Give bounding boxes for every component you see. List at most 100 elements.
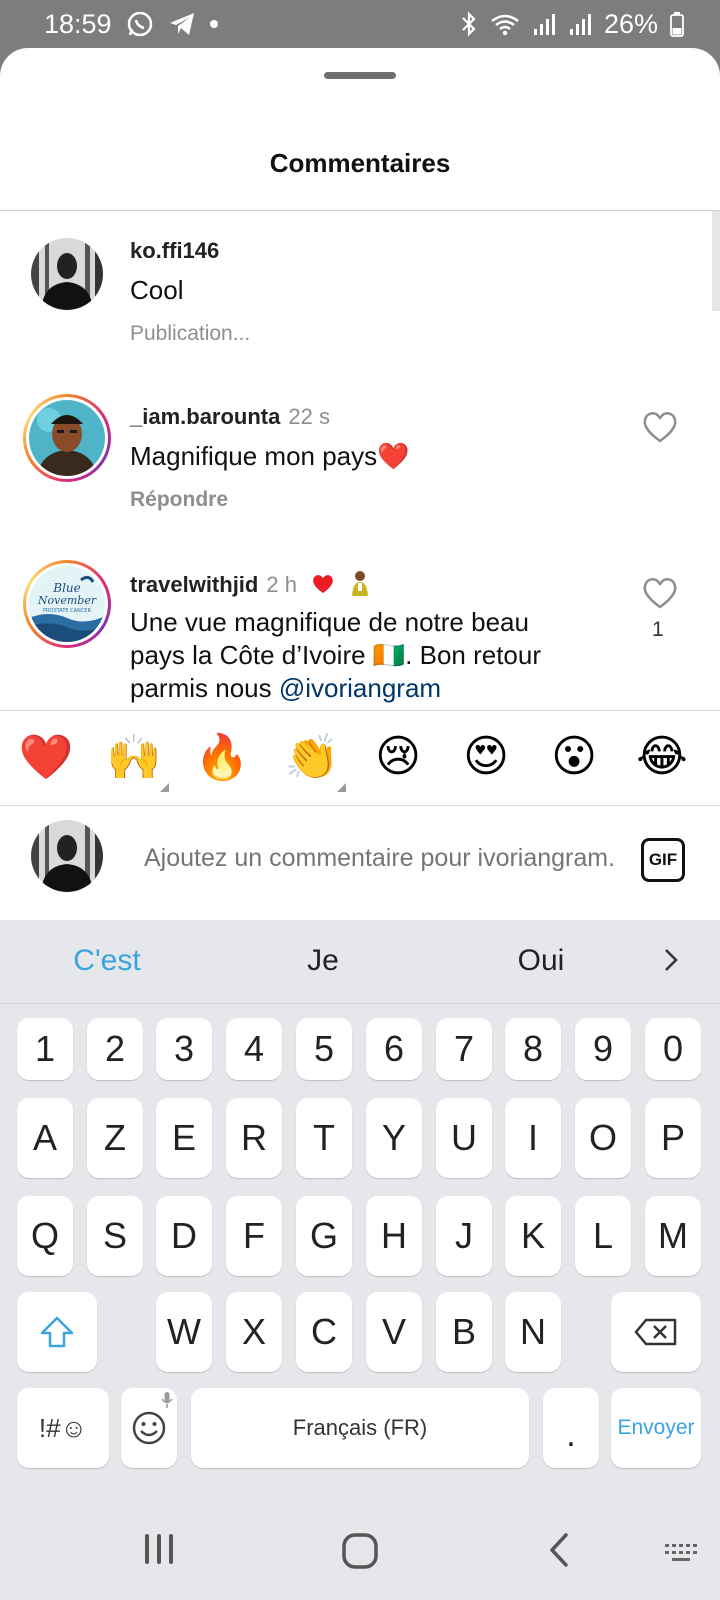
emoji-reaction-bar: ❤️ 🙌 🔥 👏 😢 😍 😮 😂 [0,710,720,806]
telegram-icon [168,11,196,37]
suggestion-item[interactable]: C'est [32,944,182,978]
key-0[interactable]: 0 [645,1018,701,1080]
emoji-crying-button[interactable]: 😢 [370,731,426,782]
emoji-heart-eyes-button[interactable]: 😍 [458,731,514,782]
key-y[interactable]: Y [366,1098,422,1178]
battery-percent: 26% [603,8,658,39]
key-7[interactable]: 7 [436,1018,492,1080]
key-b[interactable]: B [436,1292,492,1372]
reply-button[interactable]: Répondre [130,488,228,512]
author-avatar-mini [349,570,371,602]
liked-by-author-heart-icon [311,573,335,601]
comment-item: _iam.barounta 22 s Magnifique mon pays❤️ … [0,394,720,544]
backspace-icon [634,1318,677,1346]
key-9[interactable]: 9 [575,1018,631,1080]
suggestion-item[interactable]: Je [248,944,398,978]
key-h[interactable]: H [366,1196,422,1276]
key-d[interactable]: D [156,1196,212,1276]
key-g[interactable]: G [296,1196,352,1276]
keyboard-toggle-button[interactable] [664,1542,698,1569]
key-l[interactable]: L [575,1196,631,1276]
avatar [29,400,105,476]
key-a[interactable]: A [17,1098,73,1178]
key-s[interactable]: S [87,1196,143,1276]
emoji-raised-hands-button[interactable]: 🙌 [106,731,162,783]
avatar[interactable] [31,238,103,310]
avatar: Blue November PROSTATE CANCER [29,566,105,642]
comment-time: 22 s [288,404,330,429]
emoji-heart-button[interactable]: ❤️ [18,731,74,783]
comment-username[interactable]: ko.ffi146 [130,238,219,264]
emoji-surprised-button[interactable]: 😮 [546,731,602,782]
emoji-clap-button[interactable]: 👏 [284,731,340,783]
comment-input[interactable] [144,844,614,873]
key-p[interactable]: P [645,1098,701,1178]
backspace-key[interactable] [611,1292,701,1372]
suggestion-item[interactable]: Oui [466,944,616,978]
key-3[interactable]: 3 [156,1018,212,1080]
key-4[interactable]: 4 [226,1018,282,1080]
emoji-laughing-button[interactable]: 😂 [634,731,690,782]
key-k[interactable]: K [505,1196,561,1276]
key-j[interactable]: J [436,1196,492,1276]
status-time: 18:59 [44,8,112,39]
signal-icon-1 [532,12,556,36]
back-arrow-icon [550,1533,568,1567]
home-button[interactable] [341,1532,379,1575]
comment-text-line: Une vue magnifique de notre beau [130,607,529,637]
chevron-right-icon[interactable] [662,946,680,981]
key-t[interactable]: T [296,1098,352,1178]
emoji-key[interactable] [121,1388,177,1468]
like-heart-icon[interactable] [642,410,678,444]
system-navigation-bar [0,1480,720,1600]
key-c[interactable]: C [296,1292,352,1372]
key-e[interactable]: E [156,1098,212,1178]
key-6[interactable]: 6 [366,1018,422,1080]
signal-icon-2 [568,12,592,36]
comment-item: ko.ffi146 Cool Publication... [0,238,720,378]
comment-time: 2 h [266,572,297,597]
symbols-key[interactable]: !#☺ [17,1388,109,1468]
mention-link[interactable]: @ivoriangram [279,673,441,703]
comment-compose-bar: GIF [0,806,720,920]
key-v[interactable]: V [366,1292,422,1372]
avatar-story-ring[interactable]: Blue November PROSTATE CANCER [23,560,111,648]
key-5[interactable]: 5 [296,1018,352,1080]
key-n[interactable]: N [505,1292,561,1372]
divider [0,210,720,211]
key-2[interactable]: 2 [87,1018,143,1080]
comment-username[interactable]: _iam.barounta [130,404,280,429]
emoji-fire-button[interactable]: 🔥 [194,731,250,783]
space-key[interactable]: Français (FR) [191,1388,529,1468]
key-8[interactable]: 8 [505,1018,561,1080]
back-button[interactable] [547,1532,571,1573]
comment-text: Cool [130,275,184,305]
period-key[interactable]: . [543,1388,599,1468]
comment-text-line: parmis nous @ivoriangram [130,672,570,705]
avatar-text-sub: PROSTATE CANCER [43,608,91,614]
key-r[interactable]: R [226,1098,282,1178]
shift-key[interactable] [17,1292,97,1372]
key-w[interactable]: W [156,1292,212,1372]
key-m[interactable]: M [645,1196,701,1276]
gif-button[interactable]: GIF [641,838,685,882]
comment-username[interactable]: travelwithjid [130,572,258,597]
key-1[interactable]: 1 [17,1018,73,1080]
sheet-grabber[interactable] [324,72,396,79]
key-q[interactable]: Q [17,1196,73,1276]
avatar-story-ring[interactable] [23,394,111,482]
like-heart-icon[interactable] [642,576,678,610]
key-z[interactable]: Z [87,1098,143,1178]
key-f[interactable]: F [226,1196,282,1276]
whatsapp-icon [126,10,154,38]
key-o[interactable]: O [575,1098,631,1178]
comments-sheet: Commentaires ko.ffi146 Cool Publication.… [0,48,720,920]
my-avatar[interactable] [31,820,103,892]
key-x[interactable]: X [226,1292,282,1372]
key-u[interactable]: U [436,1098,492,1178]
key-i[interactable]: I [505,1098,561,1178]
send-key[interactable]: Envoyer [611,1388,701,1468]
comment-text-prefix: parmis nous [130,673,279,703]
recents-button[interactable] [142,1532,176,1571]
comment-text-line: pays la Côte d’Ivoire 🇨🇮. Bon retour [130,640,542,670]
